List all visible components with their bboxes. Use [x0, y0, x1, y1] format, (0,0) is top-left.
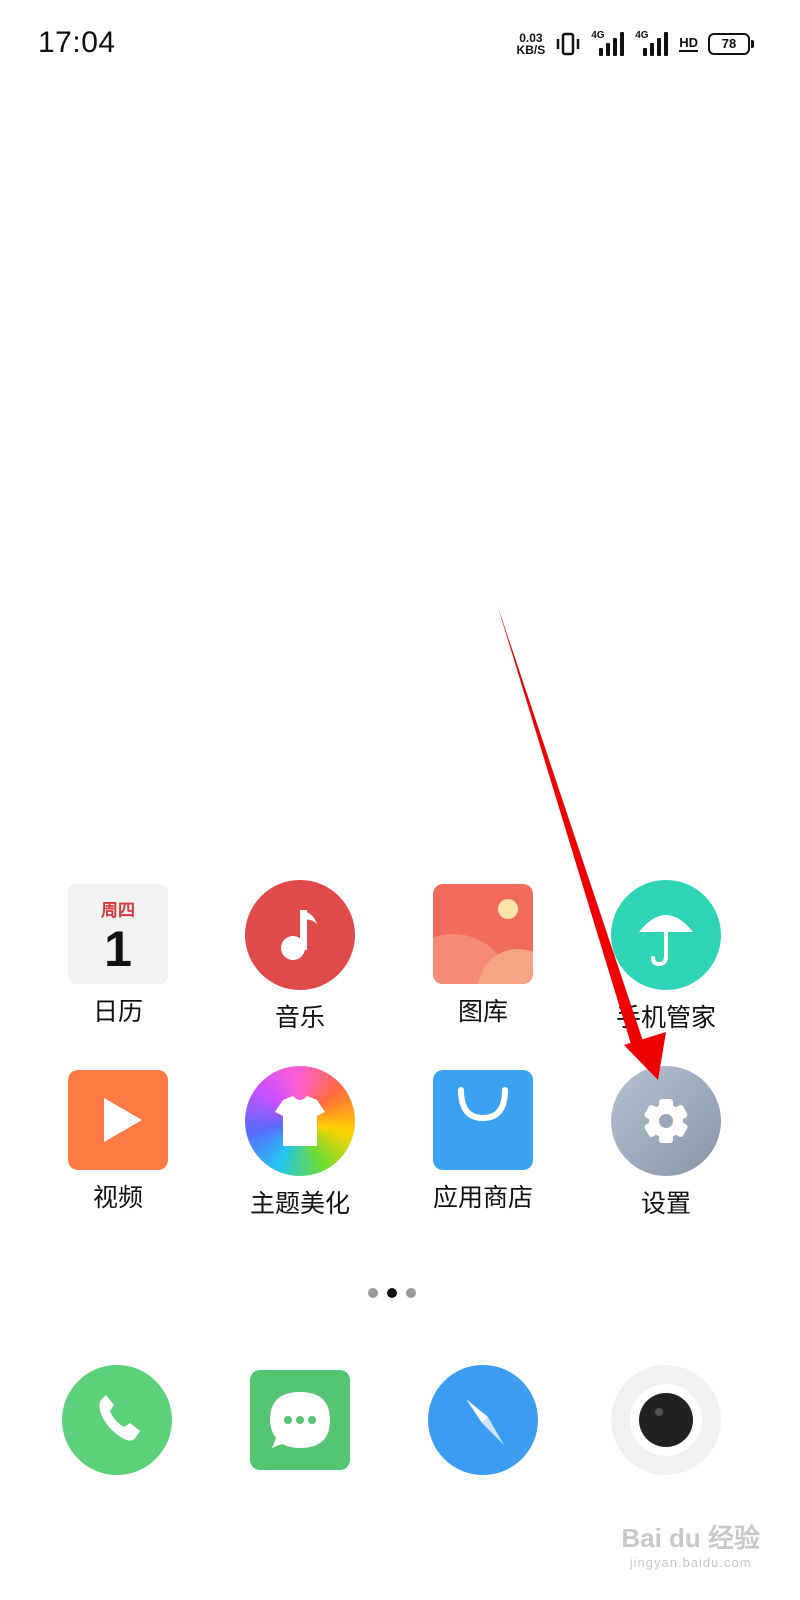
sim1-label: 4G	[591, 30, 605, 41]
app-video[interactable]: 视频	[38, 1070, 198, 1214]
app-gallery[interactable]: 图库	[403, 884, 563, 1028]
app-label: 设置	[640, 1189, 691, 1218]
app-theme[interactable]: 主题美化	[220, 1066, 380, 1220]
camera-icon	[630, 1384, 702, 1456]
dock-camera[interactable]	[611, 1365, 721, 1475]
message-icon	[270, 1392, 330, 1448]
page-dot[interactable]	[406, 1288, 416, 1298]
app-phone-manager[interactable]: 手机管家	[586, 880, 746, 1034]
network-speed: 0.03 KB/S	[517, 32, 546, 56]
battery-icon: 78	[708, 33, 754, 55]
annotation-arrow	[497, 604, 666, 1080]
calendar-icon: 周四 1	[68, 884, 168, 984]
app-calendar[interactable]: 周四 1 日历	[38, 884, 198, 1028]
compass-icon	[466, 1399, 504, 1445]
calendar-weekday: 周四	[101, 901, 135, 921]
app-settings[interactable]: 设置	[586, 1066, 746, 1220]
page-dot-active[interactable]	[387, 1288, 397, 1298]
dock-messages[interactable]	[250, 1370, 350, 1470]
signal-sim2-icon: 4G	[635, 30, 669, 58]
calendar-day: 1	[104, 921, 132, 977]
app-music[interactable]: 音乐	[220, 880, 380, 1034]
sim2-label: 4G	[635, 30, 649, 41]
signal-sim1-icon: 4G	[591, 30, 625, 58]
page-indicator	[368, 1288, 416, 1298]
battery-level: 78	[721, 36, 737, 51]
umbrella-icon	[611, 880, 721, 990]
watermark: Bai du 经验 jingyan.baidu.com	[621, 1518, 760, 1570]
play-icon	[68, 1070, 168, 1170]
network-speed-unit: KB/S	[516, 43, 546, 57]
app-label: 主题美化	[249, 1189, 350, 1218]
gear-icon	[611, 1066, 721, 1176]
app-label: 视频	[92, 1183, 143, 1212]
app-label: 音乐	[274, 1003, 325, 1032]
phone-icon	[99, 1395, 140, 1441]
app-store[interactable]: 应用商店	[403, 1070, 563, 1214]
watermark-url: jingyan.baidu.com	[629, 1555, 752, 1570]
status-time: 17:04	[38, 26, 116, 59]
app-label: 图库	[457, 997, 508, 1026]
music-note-icon	[245, 880, 355, 990]
status-icons: 0.03 KB/S 4G 4G HD 78	[517, 26, 754, 62]
dock-browser[interactable]	[428, 1365, 538, 1475]
page-dot[interactable]	[368, 1288, 378, 1298]
dock-phone[interactable]	[62, 1365, 172, 1475]
gallery-icon	[433, 884, 533, 984]
app-label: 应用商店	[432, 1183, 533, 1212]
app-label: 日历	[92, 997, 143, 1026]
app-label: 手机管家	[615, 1003, 716, 1032]
shopping-bag-icon	[433, 1070, 533, 1170]
hd-voice-icon: HD	[679, 35, 698, 52]
vibrate-icon	[556, 32, 580, 56]
watermark-brand: Bai du 经验	[621, 1523, 760, 1553]
tshirt-icon	[245, 1066, 355, 1176]
